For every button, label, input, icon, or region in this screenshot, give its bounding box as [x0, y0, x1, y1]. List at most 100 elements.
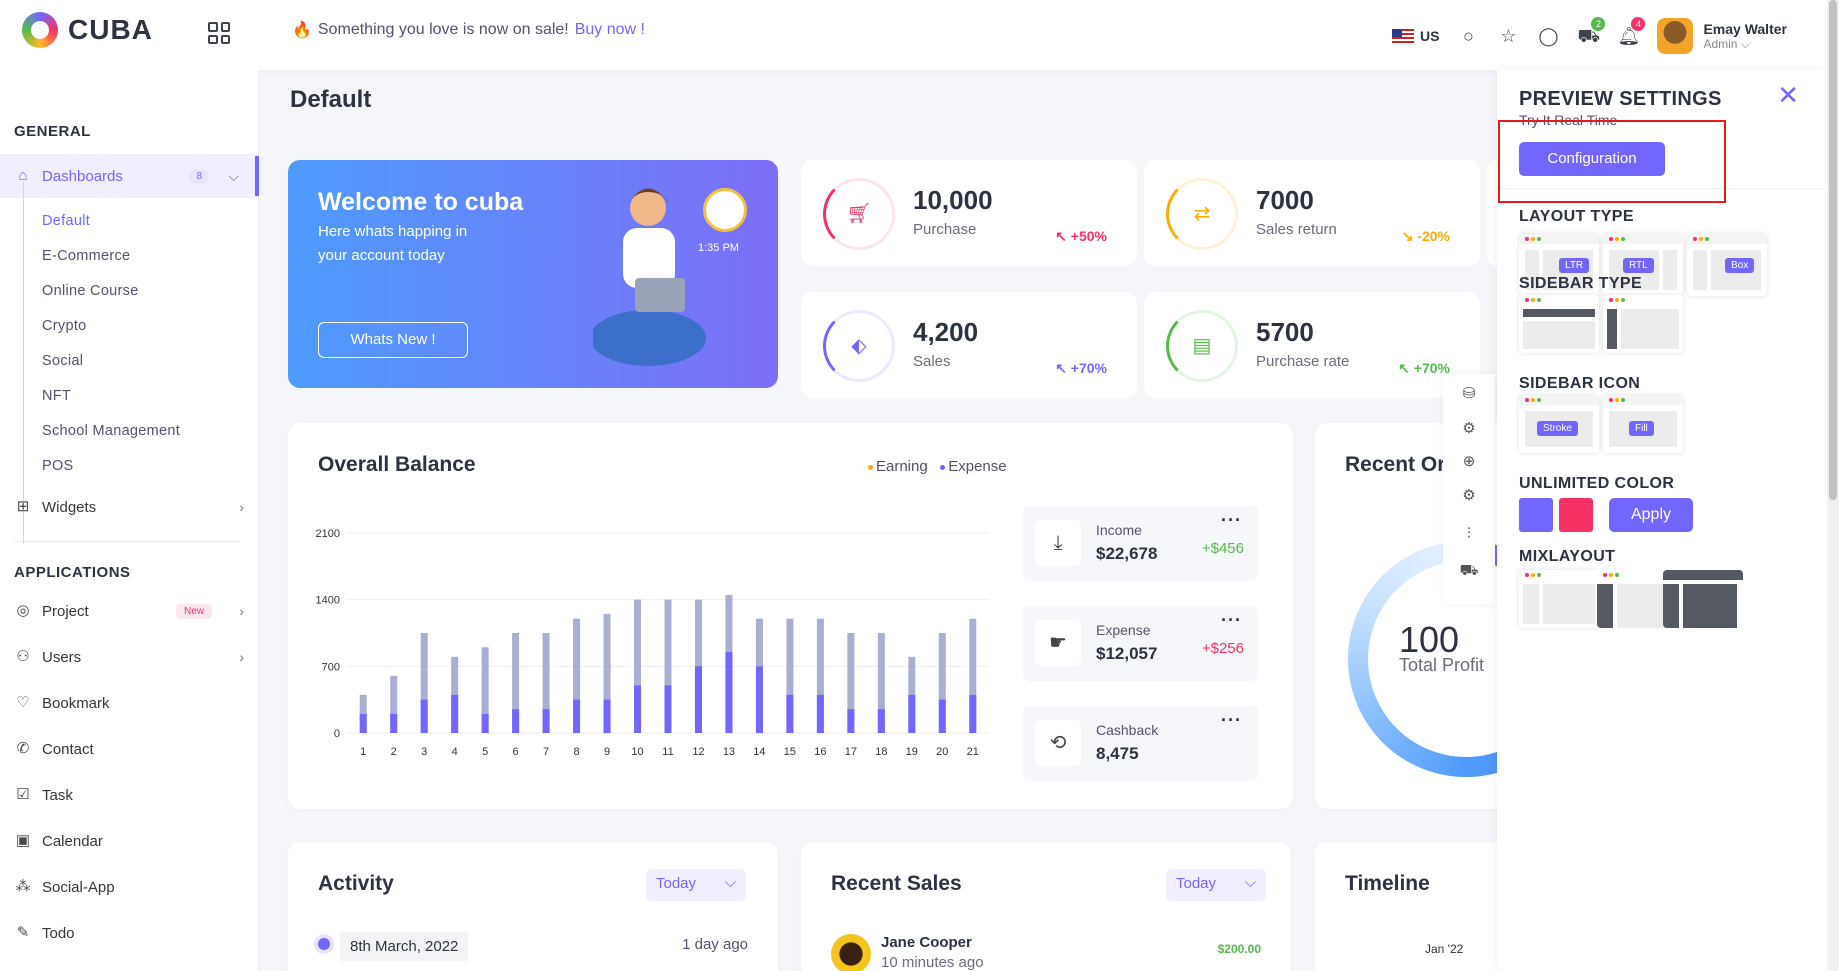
- grid-toggle-icon[interactable]: [208, 22, 230, 44]
- hand-icon: ☛: [1035, 620, 1081, 666]
- sidebar-item-contact[interactable]: ✆ Contact: [14, 740, 244, 758]
- income-value: $22,678: [1096, 544, 1158, 563]
- search-icon[interactable]: ○: [1457, 25, 1479, 47]
- submenu-pos[interactable]: POS: [42, 458, 74, 474]
- expense-bar: [512, 709, 520, 733]
- avatar: [831, 934, 871, 971]
- sidebar-icon-fill[interactable]: Fill: [1603, 395, 1683, 453]
- promo-banner: 🔥 Something you love is now on sale! Buy…: [292, 20, 645, 40]
- apply-color-button[interactable]: Apply: [1609, 498, 1693, 532]
- sidebar-item-social-app[interactable]: ⁂ Social-App: [14, 878, 244, 896]
- cart-icon[interactable]: ⛟ 2: [1577, 17, 1606, 47]
- x-tick-label: 16: [814, 746, 826, 758]
- sidebar-item-label: Todo: [42, 924, 75, 942]
- sidebar-item-calendar[interactable]: ▣ Calendar: [14, 832, 244, 850]
- card-title: Timeline: [1345, 872, 1430, 895]
- x-tick-label: 9: [604, 746, 610, 758]
- card-title: Activity: [318, 872, 394, 895]
- buy-now-link[interactable]: Buy now !: [575, 21, 645, 39]
- expense-bar: [877, 709, 885, 733]
- card-title: Recent Sales: [831, 872, 962, 895]
- project-icon: ◎: [16, 602, 30, 619]
- submenu-online-course[interactable]: Online Course: [42, 283, 139, 299]
- language-selector[interactable]: US: [1392, 28, 1439, 44]
- mixlayout-light[interactable]: [1519, 570, 1599, 628]
- more-icon[interactable]: ···: [1221, 510, 1242, 531]
- user-role: Admin ⌵: [1703, 36, 1750, 51]
- sidebar-item-users[interactable]: ⚇ Users ›: [14, 648, 244, 666]
- submenu-default[interactable]: Default: [42, 213, 90, 229]
- y-tick-label: 2100: [316, 528, 340, 540]
- panel-title: PREVIEW SETTINGS: [1519, 88, 1722, 110]
- welcome-title: Welcome to cuba: [318, 188, 524, 216]
- paint-bucket-icon[interactable]: ⛁: [1459, 384, 1479, 404]
- mixlayout-dark[interactable]: [1663, 570, 1743, 628]
- cart-icon[interactable]: ⛟: [1459, 561, 1479, 581]
- secondary-color-swatch[interactable]: [1559, 498, 1593, 532]
- expense-bar: [542, 709, 550, 733]
- expense-bar: [634, 685, 642, 733]
- sidebar-item-dashboards[interactable]: ⌂ Dashboards 8 ⌵: [0, 154, 259, 198]
- whats-new-button[interactable]: Whats New !: [318, 322, 468, 358]
- timeline-dot: [318, 938, 330, 950]
- x-tick-label: 18: [875, 746, 887, 758]
- stat-value: 4,200: [913, 317, 979, 347]
- sidebar-item-widgets[interactable]: ⊞ Widgets ›: [14, 498, 244, 516]
- return-icon: ⇄: [1193, 203, 1211, 225]
- expense-bar: [786, 694, 794, 733]
- expense-bar: [420, 699, 428, 733]
- submenu-nft[interactable]: NFT: [42, 388, 71, 404]
- stat-change: ↖ +70%: [1055, 360, 1107, 376]
- sidebar-item-label: Task: [42, 786, 73, 804]
- chevron-right-icon: ›: [239, 649, 244, 665]
- theme-toggle-icon[interactable]: ◯: [1537, 25, 1559, 47]
- scrollbar[interactable]: [1827, 0, 1839, 971]
- balance-bar-chart: 2100140070001 2 3 4 5 6 7 8 9 10 11 12 13 14 15 16 17 18 1…: [316, 528, 988, 758]
- sidebar-item-label: Calendar: [42, 832, 103, 850]
- expense-bar: [573, 699, 581, 733]
- profile-menu[interactable]: Emay Walter Admin ⌵: [1657, 18, 1787, 54]
- star-icon[interactable]: ☆: [1497, 25, 1519, 47]
- sidebar-item-bookmark[interactable]: ♡ Bookmark: [14, 694, 244, 712]
- sidebar-type-horizontal[interactable]: [1519, 295, 1599, 353]
- header-actions: US ○ ☆ ◯ ⛟ 2 🔔︎ 4 Emay Walter Admin ⌵: [1392, 17, 1787, 54]
- sale-amount: $200.00: [1217, 942, 1261, 956]
- stat-value: 5700: [1256, 317, 1314, 347]
- chevron-right-icon: ›: [239, 603, 244, 619]
- income-change: +$456: [1201, 540, 1244, 557]
- stat-value: 7000: [1256, 185, 1314, 215]
- sale-name: Jane Cooper: [881, 934, 972, 951]
- submenu-social[interactable]: Social: [42, 353, 83, 369]
- bell-icon[interactable]: 🔔︎ 4: [1617, 17, 1646, 47]
- settings-icon[interactable]: ⚙: [1459, 486, 1479, 506]
- x-tick-label: 1: [360, 746, 366, 758]
- sidebar-item-task[interactable]: ☑ Task: [14, 786, 244, 804]
- chevron-right-icon: ›: [239, 499, 244, 515]
- sidebar-icon-stroke[interactable]: Stroke: [1519, 395, 1599, 453]
- primary-color-swatch[interactable]: [1519, 498, 1553, 532]
- gear-icon[interactable]: ⚙: [1459, 419, 1479, 439]
- expense-bar: [359, 713, 367, 733]
- sidebar-item-todo[interactable]: ✎ Todo: [14, 924, 244, 942]
- activity-filter-select[interactable]: Today ⌵: [646, 869, 746, 901]
- sliders-icon[interactable]: ⫶: [1459, 524, 1479, 544]
- close-icon[interactable]: ✕: [1777, 82, 1799, 108]
- expense-bar: [938, 699, 946, 733]
- submenu-school-management[interactable]: School Management: [42, 423, 180, 439]
- sidebar-item-project[interactable]: ◎ Project New ›: [14, 602, 244, 620]
- logo[interactable]: CUBA: [22, 12, 153, 48]
- more-icon[interactable]: ···: [1221, 610, 1242, 631]
- more-icon[interactable]: ···: [1221, 710, 1242, 731]
- layout-box-option[interactable]: Box: [1687, 234, 1767, 296]
- sidebar-type-vertical[interactable]: [1603, 295, 1683, 353]
- first-aid-icon[interactable]: ⊕: [1459, 452, 1479, 472]
- layout-label: Box: [1725, 258, 1755, 273]
- submenu-crypto[interactable]: Crypto: [42, 318, 87, 334]
- expense-bar: [725, 652, 733, 733]
- sales-filter-select[interactable]: Today ⌵: [1166, 869, 1266, 901]
- sidebar-item-label: Bookmark: [42, 694, 110, 712]
- expense-change: +$256: [1201, 640, 1244, 657]
- sidebar-item-label: Users: [42, 648, 82, 666]
- submenu-ecommerce[interactable]: E-Commerce: [42, 248, 130, 264]
- activity-date: 8th March, 2022: [340, 932, 469, 961]
